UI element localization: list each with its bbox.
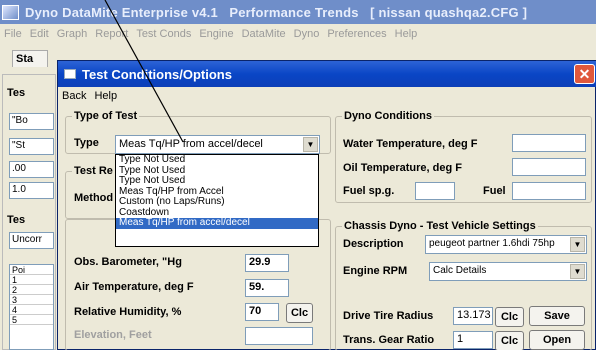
gear-ratio-calc-button[interactable]: Clc [495,331,524,350]
dyno-conditions-label: Dyno Conditions [342,110,434,122]
air-temperature-label: Air Temperature, deg F [74,281,194,293]
background-uncorr-field[interactable]: Uncorr [9,232,54,249]
main-menu-bar: File Edit Graph Report Test Conds Engine… [0,24,596,44]
menu-edit[interactable]: Edit [26,28,53,40]
background-group-label: Tes [6,214,27,226]
air-temperature-input[interactable]: 59. [245,279,289,297]
engine-rpm-select[interactable]: Calc Details ▼ [429,262,587,281]
trans-gear-ratio-input[interactable]: 1 [453,331,493,349]
menu-graph[interactable]: Graph [53,28,92,40]
menu-report[interactable]: Report [91,28,132,40]
dialog-title: Test Conditions/Options [82,66,232,82]
test-type-select[interactable]: Meas Tq/HP from accel/decel ▼ [115,135,320,154]
barometer-input[interactable]: 29.9 [245,254,289,272]
grid-row: 3 [10,295,53,305]
description-select[interactable]: peugeot partner 1.6hdi 75hp ▼ [425,235,587,254]
grid-header: Poi [10,265,53,275]
menu-file[interactable]: File [0,28,26,40]
app-chart-icon [2,4,19,20]
chevron-down-icon[interactable]: ▼ [303,137,318,152]
oil-temperature-label: Oil Temperature, deg F [343,162,462,174]
close-button[interactable]: ✕ [574,64,595,84]
method-label: Method [74,192,114,204]
engine-rpm-label: Engine RPM [343,265,408,277]
engine-rpm-value: Calc Details [433,265,487,276]
dropdown-option[interactable]: Custom (no Laps/Runs) [116,196,318,208]
type-label: Type [74,137,99,149]
background-field[interactable]: 1.0 [9,182,54,199]
water-temperature-label: Water Temperature, deg F [343,138,478,150]
main-window-title: Dyno DataMite Enterprise v4.1 Performanc… [25,4,528,20]
dialog-title-bar: Test Conditions/Options ✕ [58,61,596,87]
grid-row: 4 [10,305,53,315]
oil-temperature-input[interactable] [512,158,586,176]
chevron-down-icon[interactable]: ▼ [570,237,585,252]
elevation-input[interactable] [245,327,313,345]
menu-preferences[interactable]: Preferences [323,28,390,40]
menu-datamite[interactable]: DataMite [238,28,290,40]
background-field[interactable]: "Bo [9,113,54,130]
chevron-down-icon[interactable]: ▼ [570,264,585,279]
description-value: peugeot partner 1.6hdi 75hp [429,238,555,249]
fuel-specific-gravity-input[interactable] [415,182,455,200]
menu-help[interactable]: Help [90,90,121,102]
humidity-label: Relative Humidity, % [74,306,182,318]
test-type-dropdown-list: Type Not Used Type Not Used Type Not Use… [115,154,319,247]
grid-row: 1 [10,275,53,285]
fuel-specific-gravity-label: Fuel sp.g. [343,185,395,197]
test-type-value: Meas Tq/HP from accel/decel [119,138,263,150]
background-group-label: Tes [6,87,27,99]
dropdown-option[interactable]: Type Not Used [116,175,318,187]
trans-gear-ratio-label: Trans. Gear Ratio [343,334,435,346]
humidity-input[interactable]: 70 [245,303,279,321]
menu-dyno[interactable]: Dyno [290,28,324,40]
menu-engine[interactable]: Engine [195,28,237,40]
background-field[interactable]: "St [9,138,54,155]
tire-radius-calc-button[interactable]: Clc [495,307,524,327]
open-button[interactable]: Open [529,330,585,350]
test-results-label: Test Re [72,165,115,177]
main-title-bar: Dyno DataMite Enterprise v4.1 Performanc… [0,0,596,24]
fuel-input[interactable] [512,182,586,200]
dialog-menu-bar: Back Help [58,87,596,105]
menu-back[interactable]: Back [58,90,90,102]
fuel-label: Fuel [483,185,506,197]
background-field[interactable]: .00 [9,161,54,178]
grid-row: 5 [10,315,53,325]
background-grid: Poi 1 2 3 4 5 [9,264,54,350]
elevation-label: Elevation, Feet [74,329,152,341]
menu-help[interactable]: Help [391,28,422,40]
drive-tire-radius-input[interactable]: 13.173 [453,307,493,325]
water-temperature-input[interactable] [512,134,586,152]
humidity-calc-button[interactable]: Clc [286,303,313,323]
type-of-test-label: Type of Test [72,110,140,122]
barometer-label: Obs. Barometer, "Hg [74,256,182,268]
window-icon [64,69,76,79]
background-tab[interactable]: Sta [12,50,48,67]
dropdown-option-selected[interactable]: Meas Tq/HP from accel/decel [116,217,318,229]
menu-test-conds[interactable]: Test Conds [132,28,195,40]
description-label: Description [343,238,404,250]
drive-tire-radius-label: Drive Tire Radius [343,310,434,322]
dropdown-option[interactable]: Type Not Used [116,154,318,166]
save-button[interactable]: Save [529,306,585,326]
chassis-dyno-label: Chassis Dyno - Test Vehicle Settings [342,220,538,232]
grid-row: 2 [10,285,53,295]
